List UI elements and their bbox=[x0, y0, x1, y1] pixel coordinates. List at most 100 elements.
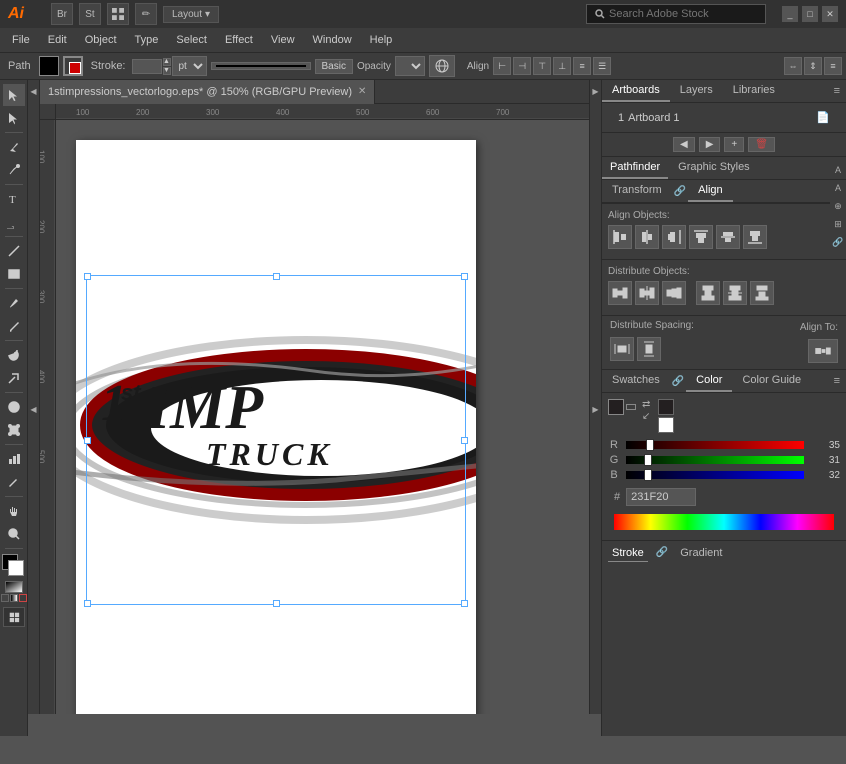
menu-help[interactable]: Help bbox=[362, 32, 401, 48]
dist-spacing-v-btn[interactable] bbox=[637, 337, 661, 361]
globe-icon[interactable] bbox=[429, 55, 455, 77]
menu-effect[interactable]: Effect bbox=[217, 32, 261, 48]
distribute-horiz-icon[interactable]: ⇔ bbox=[784, 57, 802, 75]
dist-center-v-btn[interactable] bbox=[723, 281, 747, 305]
tab-libraries[interactable]: Libraries bbox=[723, 80, 785, 102]
tab-artboards[interactable]: Artboards bbox=[602, 80, 670, 102]
stroke-weight-input[interactable] bbox=[132, 59, 162, 74]
align-left-btn[interactable] bbox=[608, 225, 632, 249]
rotate-tool[interactable] bbox=[3, 344, 25, 366]
fill-swatch[interactable] bbox=[39, 56, 59, 76]
tab-collapse-btn[interactable]: ◀ bbox=[28, 80, 40, 104]
background-swatch[interactable] bbox=[8, 560, 24, 576]
tab-color-guide[interactable]: Color Guide bbox=[732, 370, 811, 392]
stock-icon[interactable]: St bbox=[79, 3, 101, 25]
maximize-button[interactable]: □ bbox=[802, 6, 818, 22]
stroke-indicator[interactable] bbox=[69, 62, 81, 74]
tab-color[interactable]: Color bbox=[686, 370, 732, 392]
color-swap-btn[interactable]: ⇄ bbox=[642, 399, 650, 410]
dist-spacing-h-btn[interactable] bbox=[610, 337, 634, 361]
artboard-item[interactable]: 1 Artboard 1 📄 bbox=[610, 107, 838, 128]
artboard-add-btn[interactable]: + bbox=[724, 137, 744, 152]
selection-tool[interactable] bbox=[3, 84, 25, 106]
gradient-fill-icon[interactable] bbox=[10, 594, 18, 602]
tab-transform[interactable]: Transform bbox=[602, 180, 672, 202]
align-top-btn[interactable] bbox=[689, 225, 713, 249]
color-reset-btn[interactable]: ↙ bbox=[642, 411, 650, 422]
add-anchor-tool[interactable] bbox=[3, 159, 25, 181]
zoom-tool[interactable] bbox=[3, 523, 25, 545]
artboard-float-icon-1[interactable]: A bbox=[830, 162, 846, 178]
align-right-btn[interactable] bbox=[662, 225, 686, 249]
stroke-up-button[interactable]: ▲ bbox=[163, 58, 171, 66]
type-vertical-tool[interactable]: T bbox=[3, 211, 25, 233]
hand-tool[interactable] bbox=[3, 500, 25, 522]
dist-left-btn[interactable] bbox=[608, 281, 632, 305]
artboard-del-btn[interactable]: 🗑 bbox=[748, 137, 775, 152]
menu-type[interactable]: Type bbox=[127, 32, 167, 48]
color-menu-btn[interactable]: ≡ bbox=[828, 375, 846, 387]
artboard-float-icon-4[interactable]: ⊞ bbox=[830, 216, 846, 232]
left-collapse-bar[interactable]: ◀ bbox=[28, 104, 40, 714]
align-center-v-btn[interactable] bbox=[716, 225, 740, 249]
paintbrush-tool[interactable] bbox=[3, 292, 25, 314]
r-thumb[interactable] bbox=[646, 439, 654, 451]
tab-layers[interactable]: Layers bbox=[670, 80, 723, 102]
menu-object[interactable]: Object bbox=[77, 32, 125, 48]
stroke-unit-select[interactable]: pt bbox=[172, 56, 207, 76]
menu-file[interactable]: File bbox=[4, 32, 38, 48]
pencil-tool[interactable] bbox=[3, 315, 25, 337]
stroke-down-button[interactable]: ▼ bbox=[163, 67, 171, 75]
none-fill-icon[interactable] bbox=[19, 594, 27, 602]
canvas-scroll-area[interactable]: 100 200 300 400 500 600 700 100 200 300 … bbox=[40, 104, 589, 714]
dist-center-h-btn[interactable] bbox=[635, 281, 659, 305]
dist-bottom-btn[interactable] bbox=[750, 281, 774, 305]
solid-fill-icon[interactable] bbox=[1, 594, 9, 602]
align-bottom-icon[interactable]: ☰ bbox=[593, 57, 611, 75]
main-canvas[interactable]: 1 st IMP TRUCK bbox=[56, 120, 589, 714]
r-slider[interactable] bbox=[626, 441, 804, 449]
more-options-icon[interactable]: ≡ bbox=[824, 57, 842, 75]
right-collapse-bar[interactable]: ▶ bbox=[589, 104, 601, 714]
direct-selection-tool[interactable] bbox=[3, 107, 25, 129]
artboard-float-icon-5[interactable]: 🔗 bbox=[830, 234, 846, 250]
distribute-vert-icon[interactable]: ⇕ bbox=[804, 57, 822, 75]
normal-mode-icon[interactable] bbox=[5, 581, 23, 593]
line-tool[interactable] bbox=[3, 240, 25, 262]
panel-menu-btn[interactable]: ≡ bbox=[828, 85, 846, 97]
color-solid-option[interactable] bbox=[608, 399, 636, 415]
color-none-icon[interactable] bbox=[658, 399, 674, 415]
align-middle-icon[interactable]: ≡ bbox=[573, 57, 591, 75]
align-center-h-btn[interactable] bbox=[635, 225, 659, 249]
menu-edit[interactable]: Edit bbox=[40, 32, 75, 48]
artboard-next-btn[interactable]: ▶ bbox=[699, 137, 721, 152]
tab-graphic-styles[interactable]: Graphic Styles bbox=[668, 157, 760, 179]
bridge-icon[interactable]: Br bbox=[51, 3, 73, 25]
artboard-switcher[interactable] bbox=[3, 607, 25, 627]
eyedropper-tool[interactable] bbox=[3, 471, 25, 493]
layout-button[interactable]: Layout ▾ bbox=[163, 6, 219, 23]
align-to-btn[interactable] bbox=[808, 339, 838, 363]
type-tool[interactable]: T bbox=[3, 188, 25, 210]
close-button[interactable]: ✕ bbox=[822, 6, 838, 22]
fg-bg-color[interactable] bbox=[2, 554, 26, 578]
chart-tool[interactable] bbox=[3, 448, 25, 470]
g-thumb[interactable] bbox=[644, 454, 652, 466]
b-slider[interactable] bbox=[626, 471, 804, 479]
tab-pathfinder[interactable]: Pathfinder bbox=[602, 157, 668, 179]
pen-tool[interactable] bbox=[3, 136, 25, 158]
tab-swatches[interactable]: Swatches bbox=[602, 370, 670, 392]
align-left-icon[interactable]: ⊢ bbox=[493, 57, 511, 75]
free-transform-tool[interactable] bbox=[3, 419, 25, 441]
grid-icon[interactable] bbox=[107, 3, 129, 25]
align-right-icon[interactable]: ⊤ bbox=[533, 57, 551, 75]
tab-right-btn[interactable]: ▶ bbox=[589, 80, 601, 104]
dist-right-btn[interactable] bbox=[662, 281, 686, 305]
color-spectrum[interactable] bbox=[614, 514, 834, 530]
fill-color-box[interactable] bbox=[608, 399, 624, 415]
artboard-page-icon[interactable]: 📄 bbox=[816, 111, 830, 124]
minimize-button[interactable]: _ bbox=[782, 6, 798, 22]
document-tab[interactable]: 1stimpressions_vectorlogo.eps* @ 150% (R… bbox=[40, 80, 375, 104]
tab-close-btn[interactable]: ✕ bbox=[358, 86, 366, 97]
warp-tool[interactable] bbox=[3, 396, 25, 418]
